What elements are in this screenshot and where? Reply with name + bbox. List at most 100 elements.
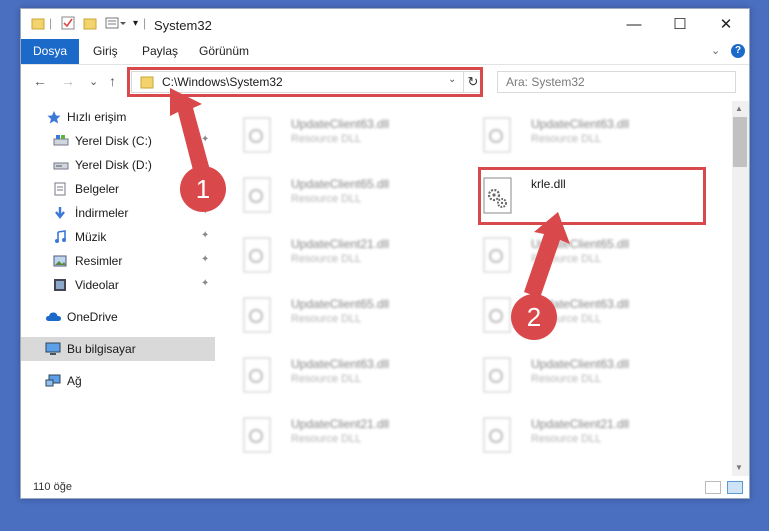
sidebar-item-this-pc[interactable]: Bu bilgisayar bbox=[21, 337, 215, 361]
network-icon bbox=[45, 374, 61, 387]
pin-icon: ✦ bbox=[201, 254, 210, 265]
minimize-button[interactable]: — bbox=[611, 9, 657, 39]
documents-icon bbox=[53, 182, 67, 196]
sidebar-item-label: İndirmeler bbox=[75, 206, 129, 220]
list-item[interactable]: UpdateClient63.dll Resource DLL bbox=[483, 113, 713, 161]
file-type: Resource DLL bbox=[291, 193, 362, 205]
sidebar-item-pictures[interactable]: Resimler ✦ bbox=[21, 249, 215, 273]
title-bar: | ▾ | System32 — ☐ ✕ bbox=[21, 9, 749, 39]
sidebar-item-onedrive[interactable]: OneDrive bbox=[21, 305, 215, 329]
drive-icon bbox=[53, 134, 69, 147]
step-2-marker: 2 bbox=[511, 294, 557, 340]
sidebar-item-label: Belgeler bbox=[75, 182, 120, 196]
file-highlight bbox=[478, 167, 706, 225]
sidebar-item-music[interactable]: Müzik ✦ bbox=[21, 225, 215, 249]
sidebar-item-label: Hızlı erişim bbox=[67, 110, 127, 124]
pin-icon: ✦ bbox=[201, 278, 210, 289]
file-name: UpdateClient21.dll bbox=[291, 417, 390, 431]
file-type: Resource DLL bbox=[291, 253, 362, 265]
expand-ribbon-icon[interactable]: ⌄ bbox=[711, 44, 720, 57]
dll-file-icon bbox=[243, 117, 271, 153]
list-item[interactable]: UpdateClient21.dll Resource DLL bbox=[243, 233, 473, 281]
file-type: Resource DLL bbox=[531, 253, 602, 265]
large-icons-view-icon[interactable] bbox=[727, 481, 743, 494]
maximize-button[interactable]: ☐ bbox=[657, 9, 703, 39]
list-item[interactable]: UpdateClient63.dll Resource DLL bbox=[243, 113, 473, 161]
star-icon bbox=[47, 110, 61, 124]
file-name: UpdateClient65.dll bbox=[291, 297, 390, 311]
dll-file-icon bbox=[243, 177, 271, 213]
ribbon-tabs: Dosya Giriş Paylaş Görünüm ⌄ ? bbox=[21, 39, 749, 65]
file-type: Resource DLL bbox=[291, 373, 362, 385]
list-item[interactable]: UpdateClient63.dll Resource DLL bbox=[243, 353, 473, 401]
file-name: UpdateClient65.dll bbox=[291, 177, 390, 191]
drive-icon bbox=[53, 158, 69, 171]
new-folder-icon[interactable] bbox=[83, 16, 97, 33]
sidebar-item-local-disk-c[interactable]: Yerel Disk (C:) ✦ bbox=[21, 129, 215, 153]
search-placeholder: Ara: System32 bbox=[506, 75, 585, 89]
file-name: UpdateClient63.dll bbox=[531, 117, 630, 131]
quick-access-dropdown-icon[interactable]: ▾ bbox=[133, 18, 138, 29]
file-name: UpdateClient63.dll bbox=[291, 117, 390, 131]
sidebar-item-label: Müzik bbox=[75, 230, 107, 244]
scroll-down-icon[interactable]: ▼ bbox=[735, 463, 743, 472]
video-icon bbox=[53, 278, 67, 291]
file-type: Resource DLL bbox=[291, 433, 362, 445]
forward-button[interactable]: → bbox=[61, 73, 75, 89]
sidebar-item-network[interactable]: Ağ bbox=[21, 369, 215, 393]
pin-icon: ✦ bbox=[201, 134, 210, 145]
pin-icon: ✦ bbox=[201, 230, 210, 241]
folder-icon bbox=[31, 16, 45, 33]
list-item[interactable]: UpdateClient65.dll Resource DLL bbox=[243, 293, 473, 341]
file-type: Resource DLL bbox=[531, 433, 602, 445]
list-item[interactable]: UpdateClient65.dll Resource DLL bbox=[483, 233, 713, 281]
tab-file[interactable]: Dosya bbox=[21, 39, 79, 64]
properties-icon[interactable] bbox=[61, 16, 75, 33]
dll-file-icon bbox=[483, 297, 511, 333]
close-button[interactable]: ✕ bbox=[703, 9, 749, 39]
file-type: Resource DLL bbox=[291, 313, 362, 325]
tab-home[interactable]: Giriş bbox=[93, 39, 118, 64]
list-item[interactable]: UpdateClient21.dll Resource DLL bbox=[483, 413, 713, 461]
list-item[interactable]: UpdateClient21.dll Resource DLL bbox=[243, 413, 473, 461]
scrollbar-thumb[interactable] bbox=[733, 117, 747, 167]
sidebar-item-label: Ağ bbox=[67, 374, 82, 388]
sidebar-item-quick-access[interactable]: Hızlı erişim bbox=[21, 105, 215, 129]
file-type: Resource DLL bbox=[531, 133, 602, 145]
scroll-up-icon[interactable]: ▲ bbox=[735, 104, 743, 113]
details-view-icon[interactable] bbox=[705, 481, 721, 494]
file-type: Resource DLL bbox=[531, 373, 602, 385]
cloud-icon bbox=[45, 310, 61, 323]
list-item[interactable]: UpdateClient65.dll Resource DLL bbox=[243, 173, 473, 221]
dll-file-icon bbox=[483, 357, 511, 393]
vertical-scrollbar[interactable]: ▲ ▼ bbox=[732, 101, 749, 476]
back-button[interactable]: ← bbox=[33, 73, 47, 89]
dll-file-icon bbox=[483, 117, 511, 153]
tab-view[interactable]: Görünüm bbox=[199, 39, 249, 64]
tab-share[interactable]: Paylaş bbox=[142, 39, 178, 64]
search-input[interactable]: Ara: System32 bbox=[497, 71, 736, 93]
up-button[interactable]: ↑ bbox=[109, 73, 116, 89]
sidebar-item-label: Videolar bbox=[75, 278, 119, 292]
customize-toolbar-icon[interactable] bbox=[105, 16, 127, 33]
file-name: UpdateClient63.dll bbox=[291, 357, 390, 371]
separator: | bbox=[49, 16, 53, 30]
address-highlight bbox=[127, 67, 483, 97]
download-icon bbox=[53, 206, 67, 219]
file-name: UpdateClient65.dll bbox=[531, 237, 630, 251]
file-type: Resource DLL bbox=[291, 133, 362, 145]
dll-file-icon bbox=[243, 417, 271, 453]
navigation-pane: Hızlı erişim Yerel Disk (C:) ✦ Yerel Dis… bbox=[21, 103, 217, 463]
help-icon[interactable]: ? bbox=[731, 44, 745, 58]
sidebar-item-label: OneDrive bbox=[67, 310, 118, 324]
file-name: UpdateClient21.dll bbox=[531, 417, 630, 431]
dll-file-icon bbox=[483, 417, 511, 453]
explorer-window: | ▾ | System32 — ☐ ✕ Dosya Giriş Paylaş … bbox=[20, 8, 750, 499]
dll-file-icon bbox=[243, 357, 271, 393]
window-title: System32 bbox=[154, 18, 212, 33]
recent-locations-button[interactable]: ⌄ bbox=[89, 75, 98, 88]
list-item[interactable]: UpdateClient63.dll Resource DLL bbox=[483, 353, 713, 401]
sidebar-item-videos[interactable]: Videolar ✦ bbox=[21, 273, 215, 297]
music-icon bbox=[53, 230, 67, 243]
file-name: UpdateClient21.dll bbox=[291, 237, 390, 251]
